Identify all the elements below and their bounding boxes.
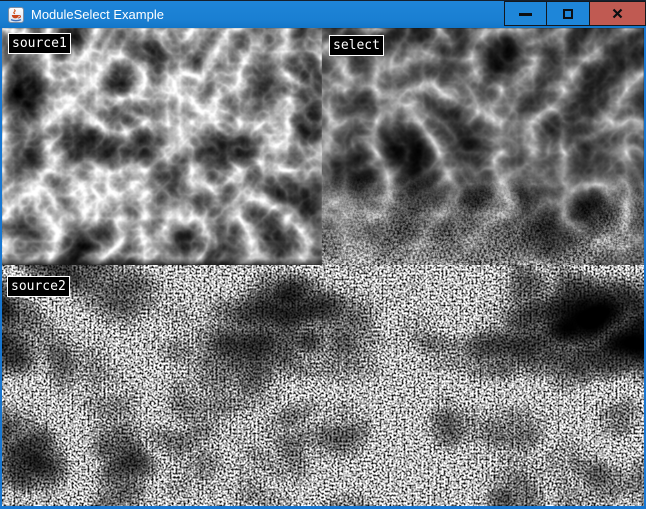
window-controls [504,1,646,26]
minimize-button[interactable] [504,1,547,26]
close-button[interactable] [590,1,646,26]
render-canvas: source1 select source2 [2,28,644,506]
select-label: select [329,35,384,56]
window-title: ModuleSelect Example [31,7,164,22]
minimize-icon [519,13,532,16]
window-top-border [0,0,646,1]
close-icon [612,8,623,19]
source2-image [2,265,644,506]
source2-label: source2 [7,276,70,297]
source1-image [2,28,322,265]
maximize-icon [563,9,573,19]
maximize-button[interactable] [547,1,590,26]
source1-image-bottom-edge [2,258,322,265]
app-window: ModuleSelect Example [0,0,646,509]
java-coffee-cup-icon [8,7,24,23]
source1-label: source1 [8,33,71,54]
titlebar[interactable]: ModuleSelect Example [0,1,646,28]
